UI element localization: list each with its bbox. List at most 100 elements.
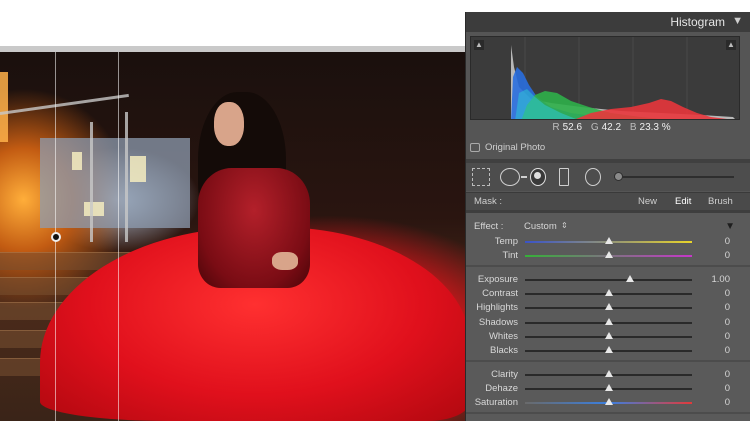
shadows-slider-row: Shadows 0 [466,316,750,330]
blacks-slider-knob[interactable] [604,346,613,353]
shadows-label: Shadows [478,317,518,328]
building-window [72,152,82,170]
exposure-slider-track[interactable] [525,279,692,281]
adjustment-brush-slider[interactable] [614,176,734,178]
original-photo-label: Original Photo [485,141,546,153]
histogram-title: Histogram [670,15,725,29]
whites-slider-row: Whites 0 [466,330,750,344]
exposure-value[interactable]: 1.00 [712,274,731,285]
mask-pin-icon[interactable] [51,232,61,242]
spot-removal-icon[interactable] [500,168,520,186]
background-building [40,138,190,228]
b-value: 23.3 % [639,122,671,133]
triangle-down-icon[interactable]: ▼ [732,15,743,27]
dehaze-value[interactable]: 0 [725,383,730,394]
b-label: B [629,122,637,133]
temp-slider-row: Temp 0 [466,235,750,249]
radial-filter-icon[interactable] [585,168,601,186]
mask-brush-button[interactable]: Brush [708,196,733,207]
highlight-clipping-icon[interactable]: ▲ [726,40,736,50]
develop-right-panel: Histogram ▼ ▲ ▲ R 52.6 G 42.2 B 23.3 % Orig… [465,12,750,421]
building-window [84,202,104,216]
exposure-slider-knob[interactable] [626,275,635,282]
highlights-slider-row: Highlights 0 [466,301,750,315]
highlights-label: Highlights [476,302,518,313]
shadows-slider-knob[interactable] [604,318,613,325]
radial-guide-line [118,52,119,421]
temp-slider-knob[interactable] [604,237,613,244]
saturation-value[interactable]: 0 [725,397,730,408]
g-value: 42.2 [601,122,622,133]
whites-label: Whites [488,331,518,342]
original-photo-row[interactable]: Original Photo [470,140,545,154]
contrast-slider-knob[interactable] [604,289,613,296]
r-value: 52.6 [562,122,583,133]
local-adjustments-panel: Effect : Custom ⇕ ▼ Temp 0 Tint 0 Exposure 1.… [466,213,750,421]
crop-overlay-icon[interactable] [472,168,490,186]
highlights-value[interactable]: 0 [725,302,730,313]
rgb-readout: R 52.6 G 42.2 B 23.3 % [466,122,750,136]
highlights-slider-knob[interactable] [604,303,613,310]
saturation-slider-row: Saturation 0 [466,396,750,410]
dehaze-slider-knob[interactable] [604,384,613,391]
histogram-graph[interactable]: ▲ ▲ [470,36,740,120]
graduated-filter-icon[interactable] [559,168,569,186]
histogram-svg [511,37,735,119]
clarity-slider-knob[interactable] [604,370,613,377]
shadow-clipping-icon[interactable]: ▲ [474,40,484,50]
r-label: R [552,122,560,133]
contrast-value[interactable]: 0 [725,288,730,299]
temp-value[interactable]: 0 [725,236,730,247]
contrast-slider-row: Contrast 0 [466,287,750,301]
stair-railing-post [125,112,128,242]
saturation-label: Saturation [474,397,518,408]
tool-strip [466,163,750,191]
blacks-slider-row: Blacks 0 [466,344,750,358]
slider-group-divider [466,360,750,362]
contrast-label: Contrast [482,288,518,299]
mask-label: Mask : [474,196,502,207]
temp-label: Temp [494,236,518,247]
shadows-value[interactable]: 0 [725,317,730,328]
stair-railing [0,93,129,115]
lamp-light [0,72,8,142]
g-label: G [590,122,599,133]
saturation-slider-knob[interactable] [604,398,613,405]
effect-preset-select[interactable]: Custom [524,221,557,232]
stair-railing-post [90,122,93,242]
dehaze-slider-row: Dehaze 0 [466,382,750,396]
whites-value[interactable]: 0 [725,331,730,342]
blacks-label: Blacks [490,345,518,356]
building-window [130,156,146,182]
tint-value[interactable]: 0 [725,250,730,261]
tint-label: Tint [502,250,518,261]
blacks-value[interactable]: 0 [725,345,730,356]
effect-label: Effect : [474,221,504,232]
updown-arrow-icon[interactable]: ⇕ [561,221,568,230]
original-photo-checkbox[interactable] [470,142,480,152]
slider-group-divider [466,412,750,414]
whites-slider-knob[interactable] [604,332,613,339]
clarity-slider-row: Clarity 0 [466,368,750,382]
hand [272,252,298,270]
adjustment-brush-knob[interactable] [614,172,623,181]
red-eye-icon[interactable] [530,168,546,186]
photo-image[interactable] [0,52,470,421]
triangle-down-icon[interactable]: ▼ [725,221,735,232]
clarity-label: Clarity [491,369,518,380]
tint-slider-knob[interactable] [604,251,613,258]
mask-row: Mask : New Edit Brush [466,192,750,210]
dehaze-label: Dehaze [485,383,518,394]
mask-edit-button[interactable]: Edit [675,196,691,207]
red-leather-jacket [198,168,310,288]
face [214,102,244,146]
photo-canvas[interactable] [0,46,470,421]
mask-new-button[interactable]: New [638,196,657,207]
slider-group-divider [466,265,750,267]
exposure-slider-row: Exposure 1.00 [466,273,750,287]
tint-slider-row: Tint 0 [466,249,750,263]
spot-removal-arrow-icon [521,176,527,178]
clarity-value[interactable]: 0 [725,369,730,380]
histogram-header[interactable]: Histogram ▼ [466,12,750,32]
exposure-label: Exposure [477,274,518,285]
